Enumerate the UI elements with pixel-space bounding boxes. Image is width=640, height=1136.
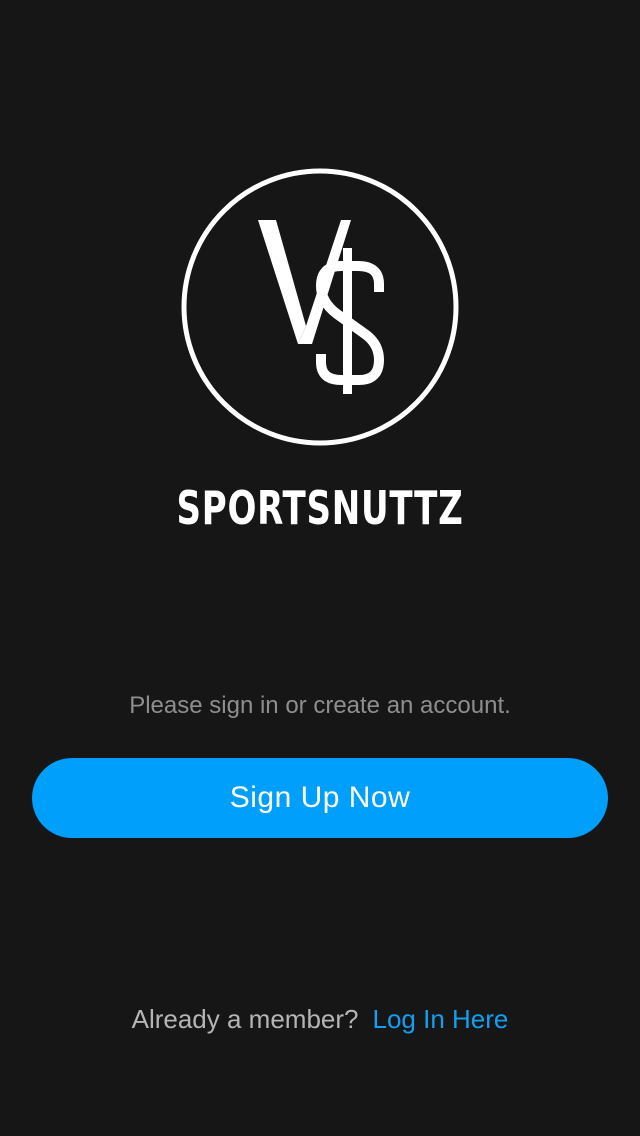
sign-up-button[interactable]: Sign Up Now	[32, 758, 608, 838]
login-footer: Already a member? Log In Here	[0, 1000, 640, 1038]
log-in-link[interactable]: Log In Here	[373, 1004, 509, 1034]
auth-prompt: Please sign in or create an account.	[129, 692, 511, 719]
brand-name: SPORTSNUTTZ	[176, 481, 464, 535]
vs-dollar-logo-icon	[181, 168, 459, 446]
welcome-screen: SPORTSNUTTZ Please sign in or create an …	[0, 0, 640, 1136]
app-logo	[181, 168, 459, 446]
member-question: Already a member?	[131, 1004, 359, 1034]
